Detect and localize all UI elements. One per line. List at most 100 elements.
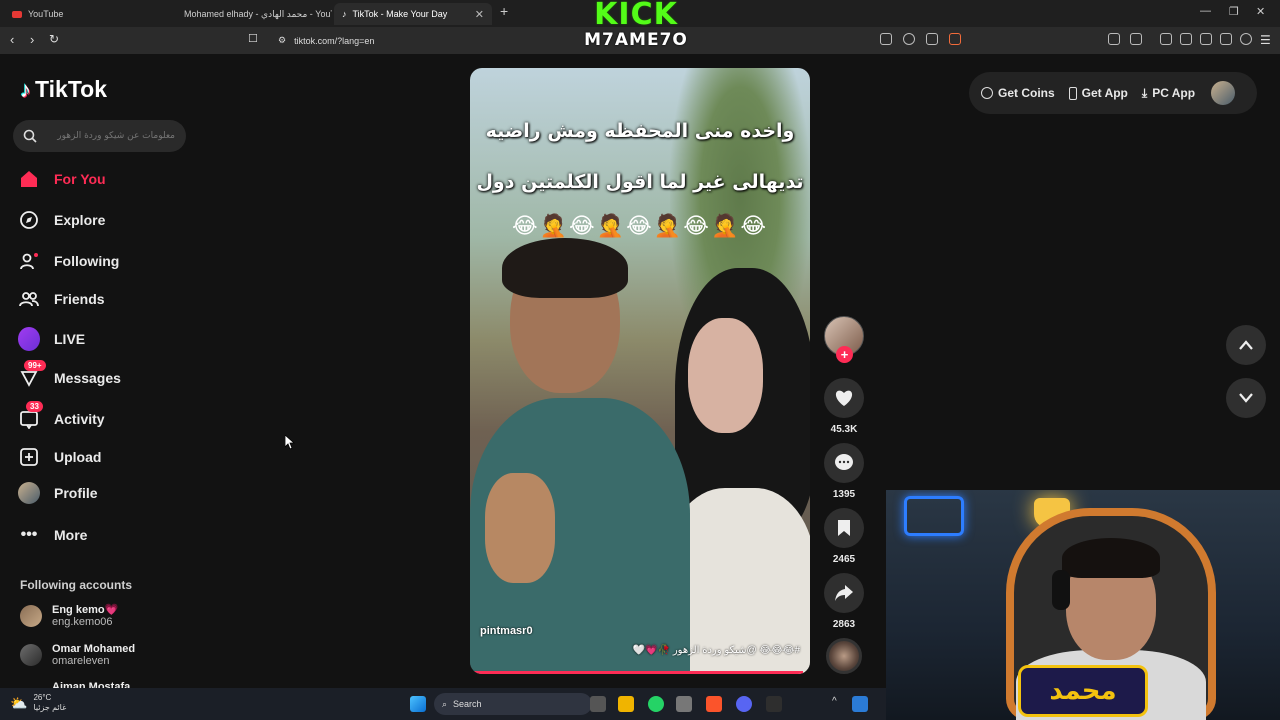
taskbar-search[interactable]: ⌕ Search	[434, 693, 592, 715]
shield-icon[interactable]	[1240, 33, 1252, 45]
sidebar-item-profile[interactable]: Profile	[18, 482, 98, 504]
taskbar-search-label: Search	[453, 699, 482, 709]
following-account-item[interactable]: Omar Mohamed omareleven	[20, 643, 135, 667]
search-input[interactable]	[45, 131, 175, 141]
headset	[1052, 570, 1070, 610]
video-caption-line: تديهالى غير لما اقول الكلمتين دول	[476, 171, 804, 193]
sidebar-item-for-you[interactable]: For You	[18, 168, 106, 190]
save-button[interactable]: 2465	[824, 508, 864, 565]
weather-widget[interactable]: ⛅ 26°C غائم جزئيا	[10, 693, 66, 713]
download-icon: ⤓	[1141, 85, 1148, 100]
share-icon[interactable]	[926, 33, 938, 45]
media-icon[interactable]	[1160, 33, 1172, 45]
profile-icon	[18, 482, 40, 504]
sidebar-item-activity[interactable]: 33 Activity	[18, 401, 105, 430]
kick-logo-text: KICK	[594, 0, 678, 32]
heart-icon[interactable]	[824, 378, 864, 418]
app-icon[interactable]	[676, 696, 692, 712]
sidebar-item-label: Following	[54, 253, 120, 269]
tab-mohamed-youtube[interactable]: Mohamed elhady - محمد الهادي - YouTube	[170, 3, 332, 25]
previous-video-button[interactable]	[1226, 325, 1266, 365]
bookmark-icon[interactable]: ☐	[248, 32, 258, 45]
close-tab-icon[interactable]: ✕	[475, 8, 484, 21]
comment-button[interactable]: 1395	[824, 443, 864, 500]
forward-icon[interactable]: ›	[30, 32, 34, 47]
phone-icon	[1068, 86, 1077, 100]
search-icon[interactable]	[23, 129, 37, 143]
discord-icon[interactable]	[736, 696, 752, 712]
close-window-button[interactable]: ✕	[1256, 5, 1265, 18]
obs-icon[interactable]	[766, 696, 782, 712]
share-arrow-icon[interactable]	[824, 573, 864, 613]
maximize-button[interactable]: ❐	[1229, 5, 1239, 18]
get-app-button[interactable]: Get App	[1068, 86, 1128, 100]
compass-icon	[18, 209, 40, 231]
back-icon[interactable]: ‹	[10, 32, 14, 47]
pc-app-button[interactable]: ⤓ PC App	[1142, 86, 1195, 101]
sidebar-item-upload[interactable]: Upload	[18, 446, 101, 468]
extensions-icon[interactable]	[1108, 33, 1120, 45]
follow-plus-icon[interactable]: +	[836, 346, 853, 363]
task-view-icon[interactable]	[590, 696, 606, 712]
windows-start-icon[interactable]	[410, 696, 426, 712]
music-disc[interactable]	[826, 638, 862, 674]
vpn-icon[interactable]	[1200, 33, 1212, 45]
friends-icon	[18, 288, 40, 310]
tab-title: TikTok - Make Your Day	[352, 9, 448, 19]
video-player[interactable]: واخده منى المحفظه ومش راضيه تديهالى غير …	[470, 68, 810, 674]
wallet-icon[interactable]	[1130, 33, 1142, 45]
like-button[interactable]: 45.3K	[824, 378, 864, 435]
reload-icon[interactable]: ↻	[49, 32, 59, 46]
streamer-hair	[1062, 538, 1160, 578]
neon-sign	[904, 496, 964, 536]
more-icon: •••	[20, 526, 38, 543]
extension-icon[interactable]	[880, 33, 892, 45]
comment-icon[interactable]	[824, 443, 864, 483]
tiktok-logo[interactable]: ♪ TikTok	[20, 76, 107, 103]
tray-app-icon[interactable]	[852, 696, 868, 712]
tab-title: YouTube	[28, 9, 64, 19]
save-count: 2465	[832, 554, 856, 565]
tray-chevron-icon[interactable]: ^	[832, 696, 842, 712]
tab-title: Mohamed elhady - محمد الهادي - YouTube	[184, 8, 332, 19]
following-account-item[interactable]: Eng kemo💗 eng.kemo06	[20, 603, 118, 628]
sidebar-item-live[interactable]: LIVE	[18, 327, 85, 351]
new-tab-button[interactable]: +	[500, 3, 508, 19]
streamer-webcam: محمد	[886, 490, 1280, 720]
share-button[interactable]: 2863	[824, 573, 864, 630]
sidebar-item-more[interactable]: ••• More	[18, 524, 88, 546]
account-name: Eng kemo💗	[52, 604, 119, 616]
bookmark-icon[interactable]	[824, 508, 864, 548]
youtube-icon	[12, 10, 22, 18]
brave-icon[interactable]	[706, 696, 722, 712]
tab-youtube[interactable]: YouTube	[4, 3, 170, 25]
sidebar-item-explore[interactable]: Explore	[18, 209, 105, 231]
user-avatar[interactable]	[1211, 81, 1236, 105]
brave-shield-icon[interactable]	[949, 33, 961, 45]
zoom-icon[interactable]	[903, 33, 915, 45]
video-author[interactable]: pintmasr0	[480, 625, 533, 637]
following-icon	[18, 250, 40, 272]
pc-app-label: PC App	[1152, 86, 1196, 100]
tab-tiktok[interactable]: ♪ TikTok - Make Your Day ✕	[334, 3, 492, 25]
sidebar-item-friends[interactable]: Friends	[18, 288, 105, 310]
get-coins-button[interactable]: Get Coins	[981, 86, 1055, 100]
search-box[interactable]	[13, 120, 186, 152]
avatar	[20, 604, 42, 627]
upload-icon	[18, 446, 40, 468]
sidebar-item-messages[interactable]: 99+ Messages	[18, 360, 121, 389]
whatsapp-icon[interactable]	[648, 696, 664, 712]
minimize-button[interactable]: —	[1200, 5, 1211, 17]
weather-temp: 26°C	[33, 693, 52, 702]
next-video-button[interactable]	[1226, 378, 1266, 418]
file-explorer-icon[interactable]	[618, 696, 634, 712]
menu-icon[interactable]: ☰	[1260, 33, 1271, 47]
sidebar-item-label: Upload	[54, 449, 102, 465]
site-info-icon[interactable]: ⚙	[278, 35, 286, 46]
leo-icon[interactable]	[1220, 33, 1232, 45]
sidebar-item-following[interactable]: Following	[18, 250, 119, 272]
video-progress-bar[interactable]	[470, 671, 810, 674]
video-caption-emojis: 😂🤦😂🤦😂🤦😂🤦😂	[511, 213, 769, 238]
sidebar-icon[interactable]	[1180, 33, 1192, 45]
messages-icon: 99+	[18, 360, 46, 389]
